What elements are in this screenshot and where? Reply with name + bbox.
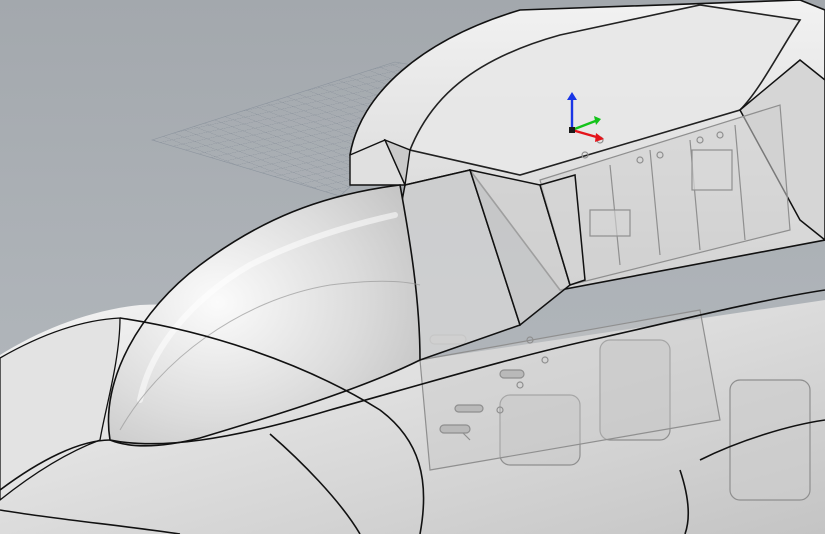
3d-viewport[interactable] — [0, 0, 825, 534]
scene-canvas[interactable] — [0, 0, 825, 534]
